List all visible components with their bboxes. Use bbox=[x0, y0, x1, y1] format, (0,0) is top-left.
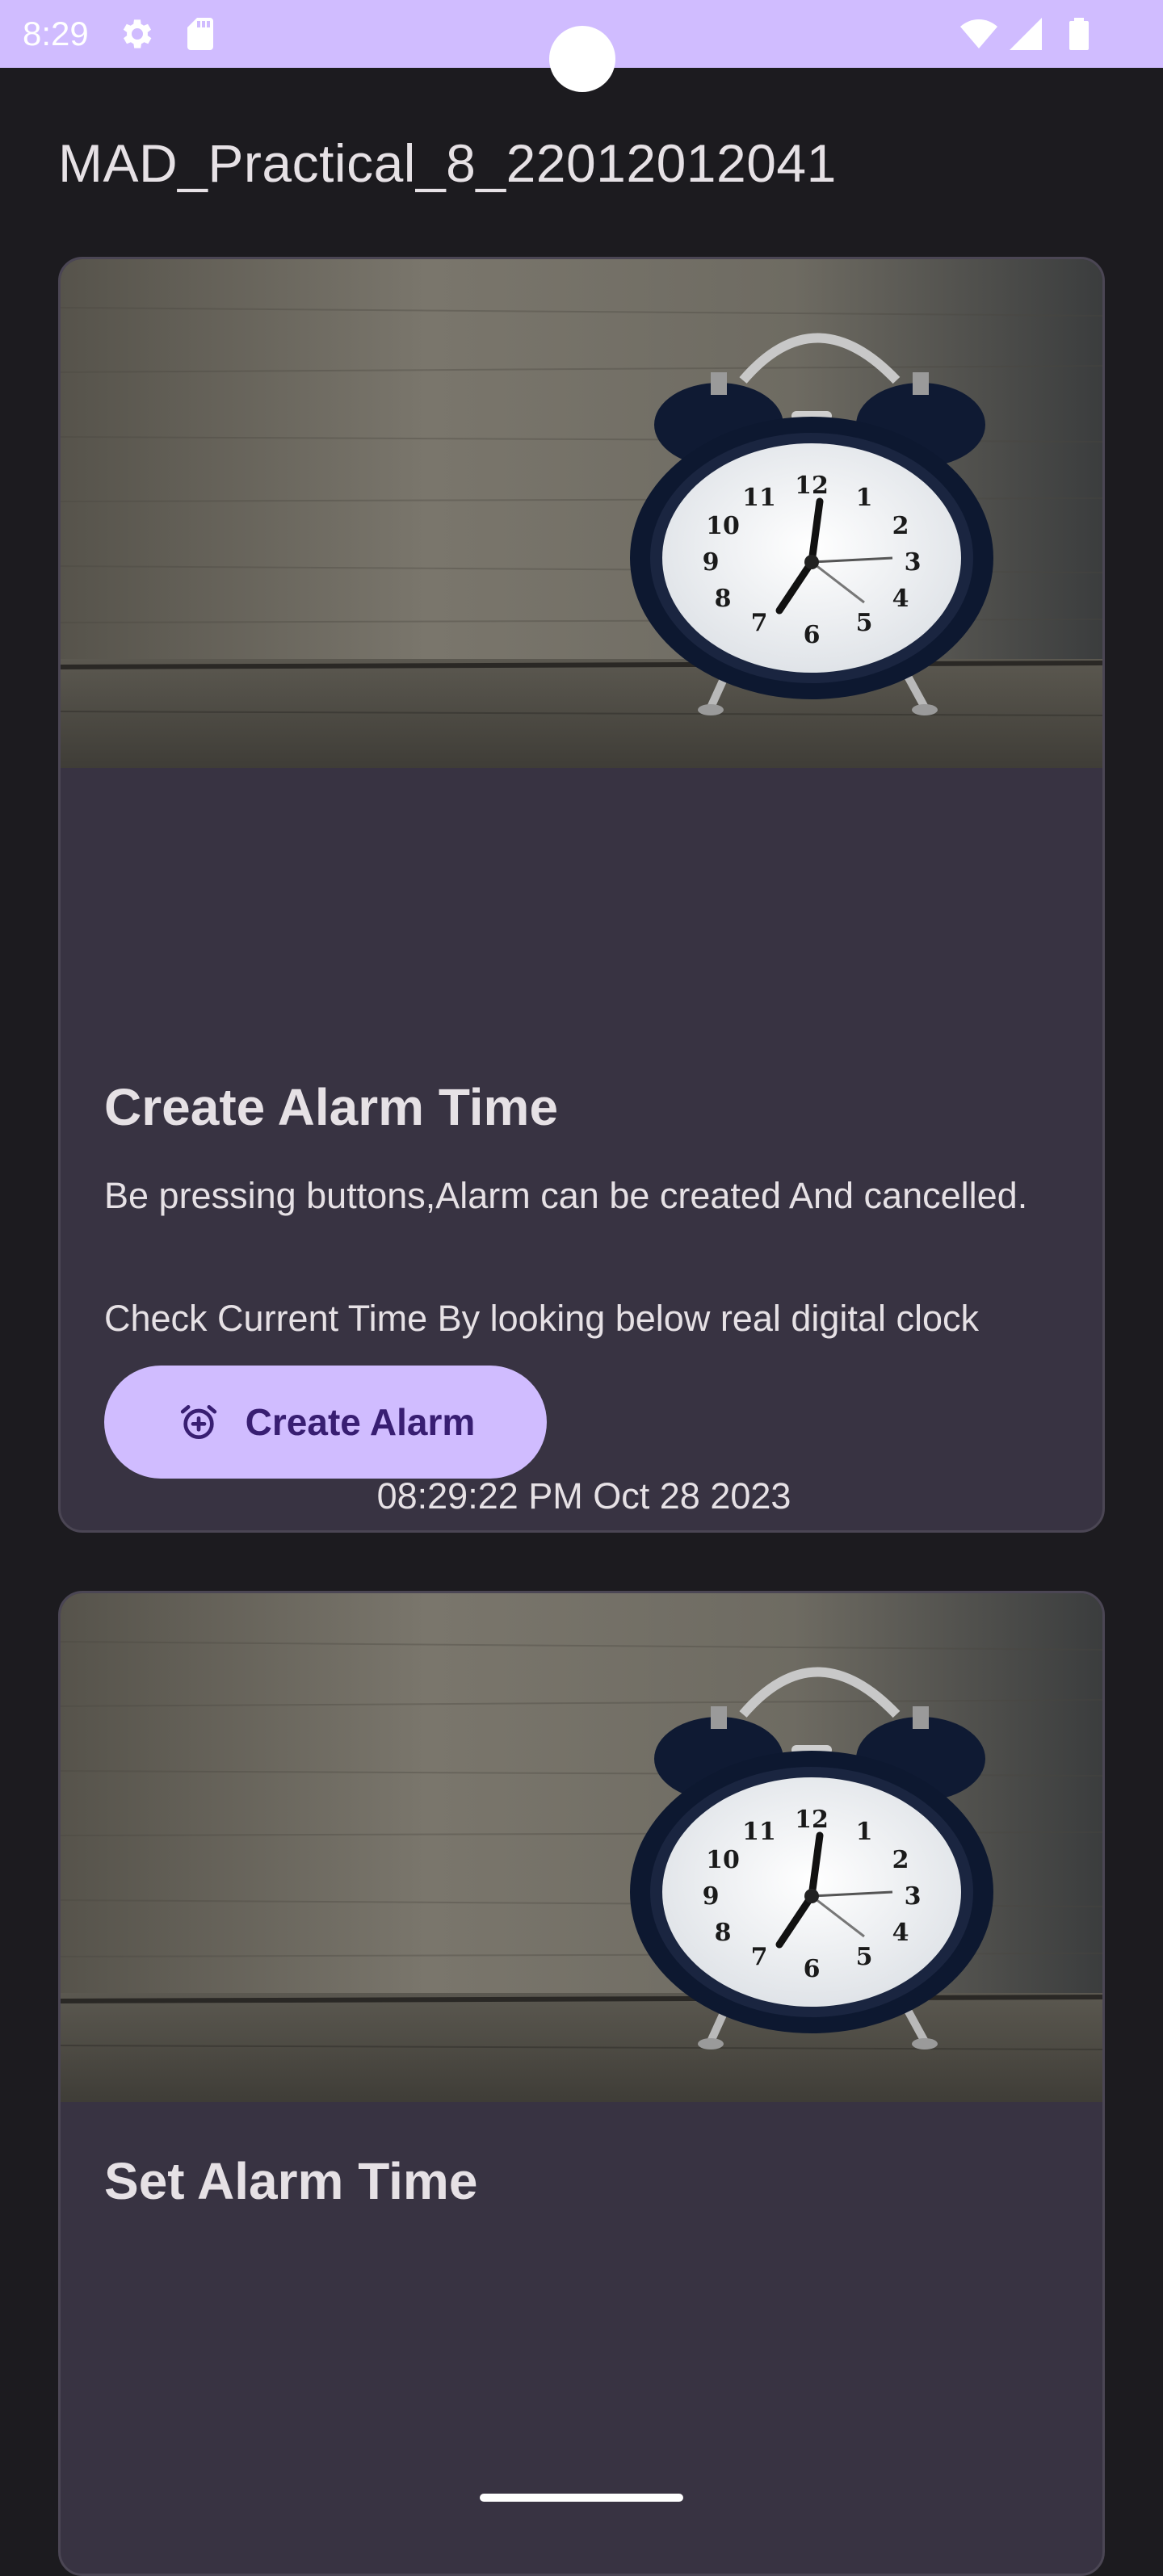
digital-clock: 08:29:22 PM Oct 28 2023 bbox=[376, 1475, 791, 1517]
card-title: Create Alarm Time bbox=[104, 1078, 559, 1136]
sd-card-icon bbox=[187, 18, 213, 50]
alarm-clock-image bbox=[61, 259, 1105, 768]
create-alarm-button[interactable]: Create Alarm bbox=[104, 1366, 547, 1479]
signal-icon bbox=[1010, 18, 1042, 50]
card-hint: Check Current Time By looking below real… bbox=[104, 1298, 979, 1339]
gesture-nav-handle[interactable] bbox=[480, 2494, 683, 2502]
card-title: Set Alarm Time bbox=[104, 2152, 478, 2210]
app-title: MAD_Practical_8_22012012041 bbox=[58, 133, 837, 193]
camera-cutout bbox=[549, 26, 615, 92]
gear-icon bbox=[123, 19, 152, 48]
create-alarm-card: Create Alarm Time Be pressing buttons,Al… bbox=[58, 257, 1105, 1533]
status-time: 8:29 bbox=[23, 15, 89, 52]
alarm-add-icon bbox=[180, 1405, 216, 1440]
card-description: Be pressing buttons,Alarm can be created… bbox=[104, 1175, 1028, 1216]
wifi-icon bbox=[960, 19, 997, 48]
alarm-clock-image bbox=[61, 1593, 1105, 2102]
set-alarm-card: Set Alarm Time bbox=[58, 1591, 1105, 2576]
battery-icon bbox=[1069, 18, 1089, 50]
create-alarm-button-label: Create Alarm bbox=[245, 1401, 476, 1443]
